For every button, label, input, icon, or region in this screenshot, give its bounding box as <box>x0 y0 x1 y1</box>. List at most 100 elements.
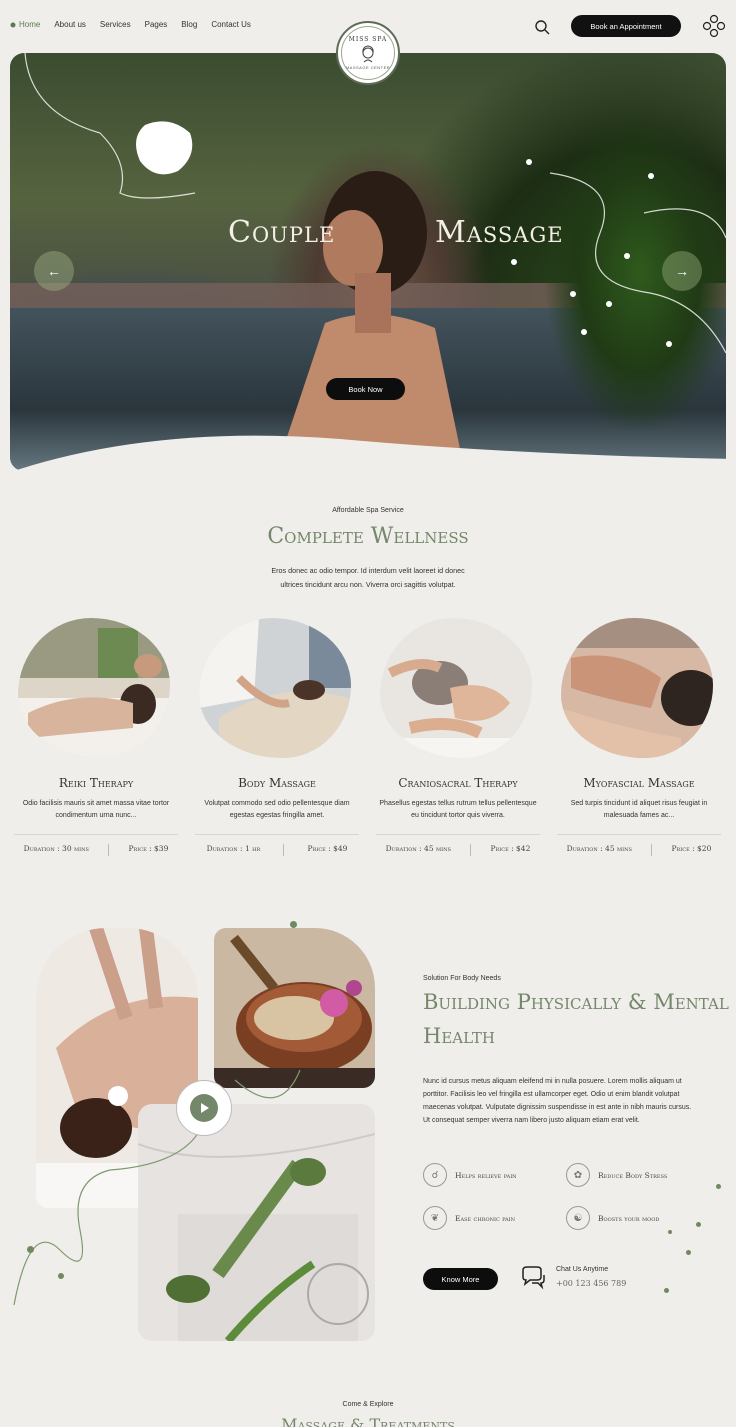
feature-label: Ease chronic pain <box>455 1213 516 1223</box>
health-body: Nunc id cursus metus aliquam eleifend mi… <box>423 1078 692 1124</box>
chat-icon[interactable] <box>520 1266 546 1290</box>
decor-dot <box>668 1230 672 1234</box>
card-meta: Duration : 1 hr Price : $49 <box>195 844 359 856</box>
decor-dot <box>58 1273 64 1279</box>
health-title-line1: Building Physically & Mental <box>423 990 729 1014</box>
hero-next-button[interactable]: → <box>662 251 702 291</box>
explore-eyebrow: Come & Explore <box>342 1401 394 1408</box>
service-card[interactable]: Reiki Therapy Odio facilisis mauris sit … <box>14 618 178 864</box>
hero-dot <box>666 341 672 347</box>
leaf-icon: ❦ <box>423 1206 447 1230</box>
card-desc: Phasellus egestas tellus rutrum tellus p… <box>379 800 537 819</box>
card-duration: Duration : 45 mins <box>566 844 632 853</box>
meta-separator <box>108 844 110 856</box>
decor-dot <box>686 1250 691 1255</box>
nav-pages[interactable]: Pages <box>145 20 168 29</box>
video-play-button[interactable] <box>176 1080 232 1136</box>
stress-icon: ✿ <box>566 1163 590 1187</box>
feature-item: ☌ Helps relieve pain <box>423 1163 517 1187</box>
hero-book-now-button[interactable]: Book Now <box>326 378 405 400</box>
card-price: Price : $49 <box>307 844 348 853</box>
nav-home[interactable]: Home <box>10 20 40 29</box>
feature-label: Helps relieve pain <box>455 1170 517 1180</box>
feature-item: ✿ Reduce Body Stress <box>566 1163 667 1187</box>
hero-decor-lines <box>24 53 726 354</box>
meta-separator <box>651 844 653 856</box>
card-title: Body Massage <box>238 776 316 790</box>
menu-icon[interactable] <box>702 14 726 38</box>
site-logo[interactable]: MISS SPA MASSAGE CENTER <box>336 21 400 85</box>
card-duration: Duration : 45 mins <box>385 844 451 853</box>
hero-banner: Couple Massage ← → <box>10 53 726 471</box>
decor-dot <box>696 1222 701 1227</box>
health-decor-lines <box>13 1069 301 1306</box>
play-circle <box>190 1094 218 1122</box>
body-massage-image <box>199 618 351 758</box>
nav-blog[interactable]: Blog <box>181 20 197 29</box>
hero-wave-divider <box>0 435 736 485</box>
nav-links: Home About us Services Pages Blog Contac… <box>10 20 265 29</box>
card-desc: Sed turpis tincidunt id aliquet risus fe… <box>570 800 708 819</box>
card-duration: Duration : 30 mins <box>23 844 89 853</box>
feature-item: ☯ Boosts your mood <box>566 1206 659 1230</box>
nav-services[interactable]: Services <box>100 20 131 29</box>
health-title-line2: Health <box>423 1024 495 1048</box>
decor-dot <box>664 1288 669 1293</box>
hero-dot <box>648 173 654 179</box>
nav-about[interactable]: About us <box>54 20 86 29</box>
card-price: Price : $20 <box>671 844 712 853</box>
health-eyebrow: Solution For Body Needs <box>423 975 501 982</box>
feature-label: Boosts your mood <box>598 1213 660 1223</box>
myofascial-massage-image <box>561 618 713 758</box>
card-divider <box>557 834 721 835</box>
arrow-right-icon: → <box>675 263 689 279</box>
service-card[interactable]: Myofascial Massage Sed turpis tincidunt … <box>557 618 721 864</box>
card-divider <box>14 834 178 835</box>
wellness-eyebrow: Affordable Spa Service <box>332 507 404 514</box>
card-price: Price : $42 <box>490 844 531 853</box>
hero-dot <box>511 259 517 265</box>
hero-dot <box>526 159 532 165</box>
top-navbar: Home About us Services Pages Blog Contac… <box>0 0 736 85</box>
card-duration: Duration : 1 hr <box>206 844 261 853</box>
hero-dot <box>624 253 630 259</box>
card-meta: Duration : 30 mins Price : $39 <box>14 844 178 856</box>
hero-dot <box>606 301 612 307</box>
decor-dot <box>716 1184 721 1189</box>
card-divider <box>376 834 540 835</box>
arrow-left-icon: ← <box>47 263 61 279</box>
wellness-desc-1: Eros donec ac odio tempor. Id interdum v… <box>271 566 465 575</box>
wellness-title: Complete Wellness <box>267 524 469 549</box>
feature-item: ❦ Ease chronic pain <box>423 1206 515 1230</box>
logo-ring <box>341 26 395 80</box>
card-title: Craniosacral Therapy <box>398 776 518 790</box>
home-dot-icon <box>10 22 16 27</box>
service-card[interactable]: Body Massage Volutpat commodo sed odio p… <box>195 618 359 864</box>
decor-dot <box>27 1246 34 1253</box>
card-divider <box>195 834 359 835</box>
nav-contact[interactable]: Contact Us <box>211 20 251 29</box>
hero-prev-button[interactable]: ← <box>34 251 74 291</box>
meta-separator <box>470 844 472 856</box>
search-icon[interactable] <box>534 19 550 35</box>
feature-label: Reduce Body Stress <box>598 1170 668 1180</box>
mood-icon: ☯ <box>566 1206 590 1230</box>
book-appointment-button[interactable]: Book an Appointment <box>571 15 681 37</box>
card-title: Reiki Therapy <box>58 776 134 790</box>
service-card[interactable]: Craniosacral Therapy Phasellus egestas t… <box>376 618 540 864</box>
meta-separator <box>283 844 285 856</box>
card-desc: Odio facilisis mauris sit amet massa vit… <box>22 800 170 819</box>
card-title: Myofascial Massage <box>583 776 695 790</box>
hero-title-right: Massage <box>435 215 564 250</box>
craniosacral-therapy-image <box>380 618 532 758</box>
know-more-button[interactable]: Know More <box>423 1268 498 1290</box>
card-price: Price : $39 <box>128 844 169 853</box>
nav-home-label: Home <box>19 20 41 29</box>
hero-title-left: Couple <box>228 215 336 250</box>
card-meta: Duration : 45 mins Price : $20 <box>557 844 721 856</box>
chat-phone[interactable]: +00 123 456 789 <box>556 1279 626 1288</box>
wellness-desc-2: ultrices tincidunt arcu non. Viverra orc… <box>280 580 456 589</box>
play-icon <box>201 1103 209 1113</box>
hero-dot <box>570 291 576 297</box>
decor-dot <box>290 921 297 928</box>
